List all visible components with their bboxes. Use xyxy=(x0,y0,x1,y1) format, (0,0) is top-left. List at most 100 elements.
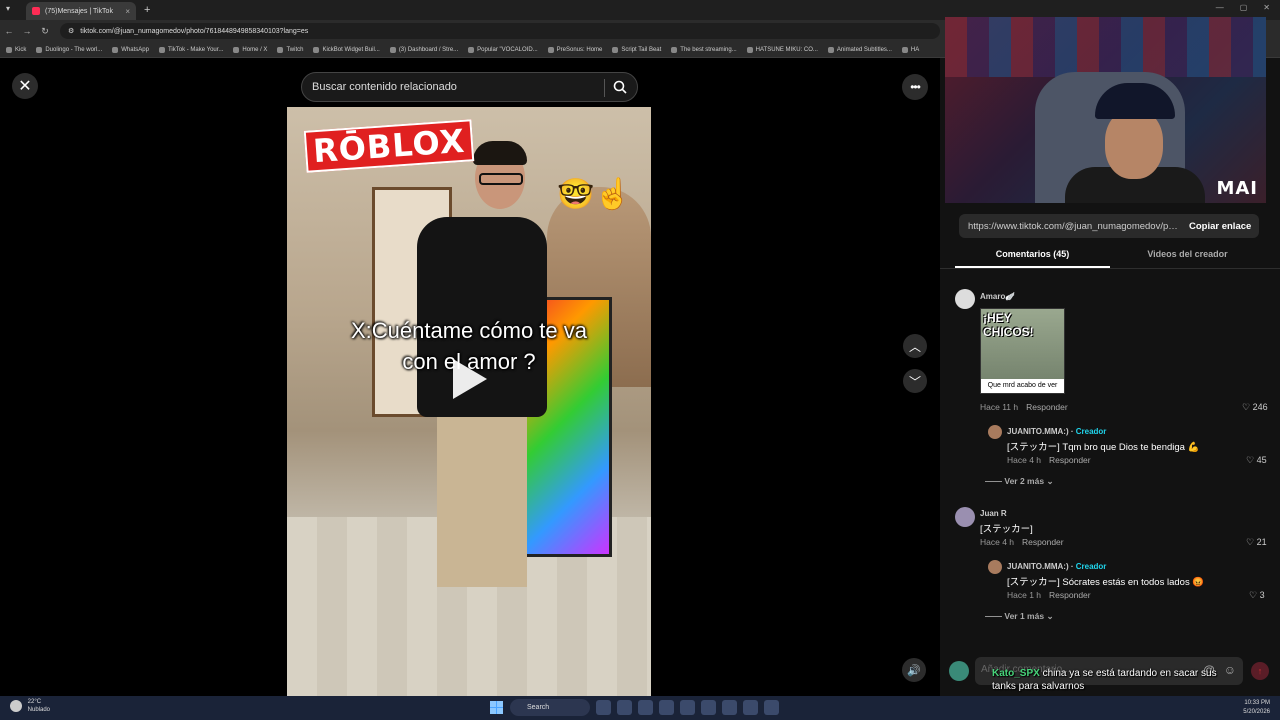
video-player[interactable]: RŌBLOX 🤓☝️ X:Cuéntame cómo te va con el … xyxy=(287,107,651,696)
bookmark-favicon-icon xyxy=(612,46,619,53)
weather-desc: Nublado xyxy=(27,707,51,713)
bookmark-favicon-icon xyxy=(158,46,165,53)
reply-username[interactable]: JUANITO.MMA:) · Creador xyxy=(1007,562,1106,571)
bookmark-favicon-icon xyxy=(112,46,119,53)
bookmark-item[interactable]: (3) Dashboard / Stre... xyxy=(389,46,458,53)
bookmark-label: HATSUNE MIKU: CO... xyxy=(755,46,818,53)
maximize-icon[interactable]: ▢ xyxy=(1240,3,1248,12)
file-explorer-icon[interactable] xyxy=(680,700,695,715)
music-icon[interactable] xyxy=(764,700,779,715)
tab-comments[interactable]: Comentarios (45) xyxy=(955,245,1110,268)
panel-tabs: Comentarios (45) Videos del creador xyxy=(955,245,1265,268)
bookmark-favicon-icon xyxy=(6,46,12,53)
view-more-replies-button[interactable]: —— Ver 1 más ⌄ xyxy=(985,611,1054,622)
reply-button[interactable]: Responder xyxy=(1022,537,1064,547)
minimize-icon[interactable]: — xyxy=(1216,3,1224,12)
forward-icon[interactable]: → xyxy=(18,26,36,36)
bookmark-item[interactable]: HA xyxy=(901,46,919,53)
bookmark-favicon-icon xyxy=(547,46,554,53)
search-icon[interactable] xyxy=(613,80,627,97)
sticker-caption: Que mrd acabo de ver xyxy=(981,379,1064,393)
reply-button[interactable]: Responder xyxy=(1026,402,1068,412)
previous-video-button[interactable]: ︿ xyxy=(903,334,927,358)
bookmark-item[interactable]: Duolingo - The worl... xyxy=(36,46,103,53)
like-button[interactable]: ♡ 45 xyxy=(1246,455,1267,466)
bookmark-item[interactable]: Kick xyxy=(6,46,26,53)
webcam-background xyxy=(945,17,1266,77)
bookmark-item[interactable]: Home / X xyxy=(233,46,267,53)
chrome-icon[interactable] xyxy=(722,700,737,715)
tab-title: (75)Mensajes | TikTok xyxy=(45,7,113,15)
taskbar-search[interactable]: Search xyxy=(510,699,590,716)
avatar[interactable] xyxy=(955,507,975,527)
close-tab-icon[interactable]: × xyxy=(125,7,130,16)
avatar[interactable] xyxy=(955,289,975,309)
reply-meta: Hace 4 h Responder xyxy=(1007,455,1091,465)
window-controls: — ▢ ✕ xyxy=(1216,3,1270,12)
opera-icon[interactable] xyxy=(659,700,674,715)
like-button[interactable]: ♡ 3 xyxy=(1249,590,1265,601)
weather-widget[interactable]: 22°C Nublado xyxy=(10,698,50,714)
avatar[interactable] xyxy=(988,560,1002,574)
like-button[interactable]: ♡ 21 xyxy=(1246,537,1267,548)
view-more-replies-button[interactable]: —— Ver 2 más ⌄ xyxy=(985,476,1054,487)
system-clock[interactable]: 10:33 PM 5/20/2026 xyxy=(1243,699,1270,717)
task-view-icon[interactable] xyxy=(617,700,632,715)
bookmark-item[interactable]: The best streaming... xyxy=(671,46,737,53)
person-pants xyxy=(437,407,527,587)
share-link-text[interactable]: https://www.tiktok.com/@juan_numagomedov… xyxy=(959,221,1179,232)
bookmark-item[interactable]: Script Tail Beat xyxy=(612,46,661,53)
chatgpt-icon[interactable] xyxy=(743,700,758,715)
reply-button[interactable]: Responder xyxy=(1049,455,1091,465)
webcam-tag: MAI xyxy=(1216,178,1258,199)
bookmark-item[interactable]: PreSonus: Home xyxy=(547,46,602,53)
windows-start-icon[interactable] xyxy=(490,701,503,714)
reload-icon[interactable]: ↻ xyxy=(36,26,54,37)
like-button[interactable]: ♡ 246 xyxy=(1242,402,1268,413)
like-count: 246 xyxy=(1252,402,1268,412)
weather-icon xyxy=(10,700,22,712)
reply-button[interactable]: Responder xyxy=(1049,590,1091,600)
copy-link-button[interactable]: Copiar enlace xyxy=(1189,221,1251,232)
browser-tab[interactable]: (75)Mensajes | TikTok × xyxy=(26,2,136,20)
caption-line-1: X:Cuéntame cómo te va xyxy=(350,318,587,343)
back-icon[interactable]: ← xyxy=(0,26,18,36)
play-icon[interactable] xyxy=(453,359,487,399)
avatar[interactable] xyxy=(988,425,1002,439)
bookmark-favicon-icon xyxy=(468,46,475,53)
volume-icon[interactable]: 🔊 xyxy=(902,658,926,682)
bookmark-item[interactable]: TikTok - Make Your... xyxy=(158,46,223,53)
comment-username[interactable]: Amaro🪽 xyxy=(980,292,1015,301)
url-field[interactable]: ⚙ tiktok.com/@juan_numagomedov/photo/761… xyxy=(60,23,940,39)
like-count: 45 xyxy=(1256,455,1267,465)
photo-viewer: ✕ Buscar contenido relacionado ••• RŌBLO… xyxy=(0,58,940,696)
bookmark-item[interactable]: KickBot Widget Buil... xyxy=(313,46,380,53)
widgets-icon[interactable] xyxy=(596,700,611,715)
bookmark-label: Duolingo - The worl... xyxy=(45,46,103,53)
bookmark-item[interactable]: Animated Subtitles... xyxy=(827,46,892,53)
bookmark-item[interactable]: Twitch xyxy=(277,46,303,53)
tab-creator-videos[interactable]: Videos del creador xyxy=(1110,245,1265,268)
new-tab-button[interactable]: + xyxy=(144,4,150,16)
next-video-button[interactable]: ﹀ xyxy=(903,369,927,393)
bookmark-item[interactable]: HATSUNE MIKU: CO... xyxy=(746,46,818,53)
close-window-icon[interactable]: ✕ xyxy=(1263,3,1270,12)
bookmark-favicon-icon xyxy=(313,46,320,53)
comment-meta: Hace 11 h Responder xyxy=(980,402,1068,412)
comment-username[interactable]: Juan R xyxy=(980,509,1007,518)
send-button[interactable]: ↑ xyxy=(1251,662,1269,680)
comment-sticker: ¡HEY CHICOS! Que mrd acabo de ver xyxy=(980,308,1065,394)
tiktok-favicon-icon xyxy=(32,7,40,15)
reply-username[interactable]: JUANITO.MMA:) · Creador xyxy=(1007,427,1106,436)
tab-menu-icon[interactable]: ▾ xyxy=(6,4,10,13)
bookmark-item[interactable]: Popular "VOCALOID... xyxy=(468,46,538,53)
close-button[interactable]: ✕ xyxy=(12,73,38,99)
site-info-icon[interactable]: ⚙ xyxy=(68,27,74,35)
edge-icon[interactable] xyxy=(638,700,653,715)
bookmark-item[interactable]: WhatsApp xyxy=(112,46,149,53)
search-input[interactable]: Buscar contenido relacionado xyxy=(301,72,638,102)
discord-icon[interactable] xyxy=(701,700,716,715)
creator-badge: Creador xyxy=(1075,562,1107,571)
like-count: 21 xyxy=(1256,537,1267,547)
more-options-button[interactable]: ••• xyxy=(902,74,928,100)
